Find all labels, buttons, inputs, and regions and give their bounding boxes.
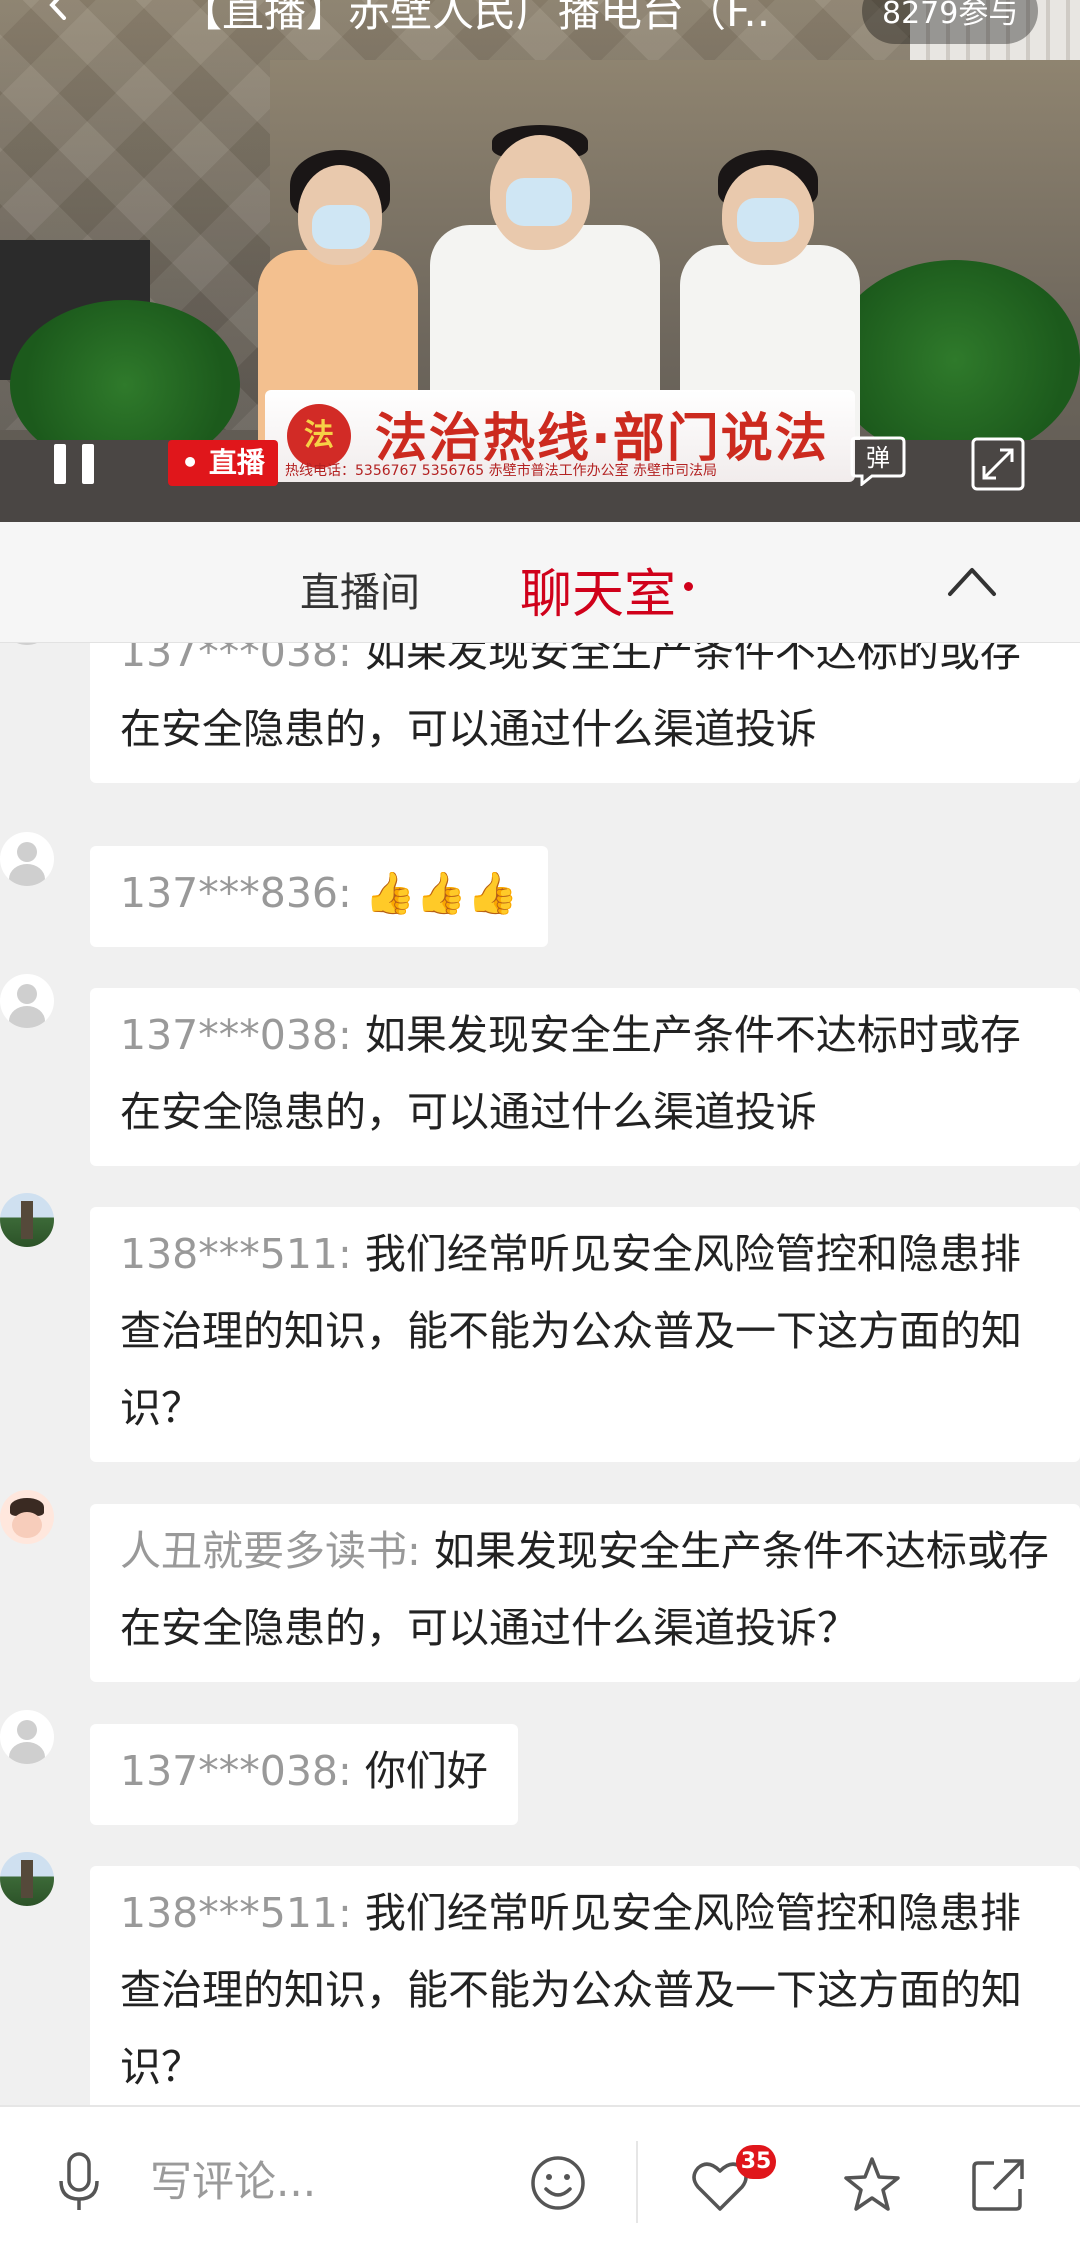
program-banner: 法 法治热线·部门说法 热线电话：5356767 5356765 赤壁市普法工作… [265,390,855,482]
participant-count: 8279参与 [862,0,1039,44]
message-username: 138***511: [120,1889,365,1937]
user-avatar[interactable] [0,1193,54,1247]
chevron-up-icon[interactable] [946,562,998,602]
live-badge: • 直播 [168,440,278,486]
user-avatar[interactable] [0,1490,54,1544]
fullscreen-icon[interactable] [970,436,1026,492]
banner-logo: 法 [287,404,351,468]
share-icon[interactable] [970,2157,1026,2213]
message-username: 138***511: [120,1230,365,1278]
message-bubble: 137***038: 你们好 [90,1724,518,1825]
live-title: 【直播】赤壁人民广播电台（F.. [180,0,771,36]
message-username: 137***038: [120,1011,365,1059]
back-arrow-icon[interactable] [44,0,74,20]
message-text: 你们好 [364,1747,488,1795]
video-player[interactable]: 法 法治热线·部门说法 热线电话：5356767 5356765 赤壁市普法工作… [0,0,1080,522]
user-avatar[interactable] [0,974,54,1028]
tab-chat-room[interactable]: 聊天室 [520,552,676,627]
message-text: 👍👍👍 [364,869,519,917]
chat-list[interactable]: 137***038: 如果发现安全生产条件不达标的或存在安全隐患的，可以通过什么… [0,643,1080,2105]
message-bubble: 138***511: 我们经常听见安全风险管控和隐患排查治理的知识，能不能为公众… [90,1866,1080,2105]
emoji-icon[interactable] [530,2155,586,2211]
danmu-label: 弹 [866,444,890,472]
user-avatar[interactable] [0,643,54,645]
message-bubble: 人丑就要多读书: 如果发现安全生产条件不达标或存在安全隐患的，可以通过什么渠道投… [90,1504,1080,1682]
microphone-icon[interactable] [54,2151,104,2213]
tab-bar: 直播间 聊天室 [0,522,1080,644]
message-username: 137***836: [120,869,365,917]
message-bubble: 137***038: 如果发现安全生产条件不达标的或存在安全隐患的，可以通过什么… [90,643,1080,783]
user-avatar[interactable] [0,1710,54,1764]
message-bubble: 137***836: 👍👍👍 [90,846,549,947]
pause-icon[interactable] [52,444,98,484]
tab-live-room[interactable]: 直播间 [300,560,420,618]
message-bubble: 138***511: 我们经常听见安全风险管控和隐患排查治理的知识，能不能为公众… [90,1207,1080,1462]
comment-input[interactable] [150,2151,510,2211]
message-bubble: 137***038: 如果发现安全生产条件不达标时或存在安全隐患的，可以通过什么… [90,988,1080,1166]
tab-active-dot [684,582,693,591]
like-count-badge: 35 [736,2145,776,2179]
banner-subtitle: 热线电话：5356767 5356765 赤壁市普法工作办公室 赤壁市司法局 [285,463,718,479]
star-icon[interactable] [842,2155,902,2215]
divider [636,2141,638,2223]
message-username: 人丑就要多读书: [120,1527,434,1575]
user-avatar[interactable] [0,832,54,886]
plant [830,260,1080,460]
message-username: 137***038: [120,1747,365,1795]
user-avatar[interactable] [0,1852,54,1906]
comment-bar: 35 [0,2105,1080,2258]
message-username: 137***038: [120,643,365,676]
danmu-toggle-icon[interactable]: 弹 [850,434,906,486]
